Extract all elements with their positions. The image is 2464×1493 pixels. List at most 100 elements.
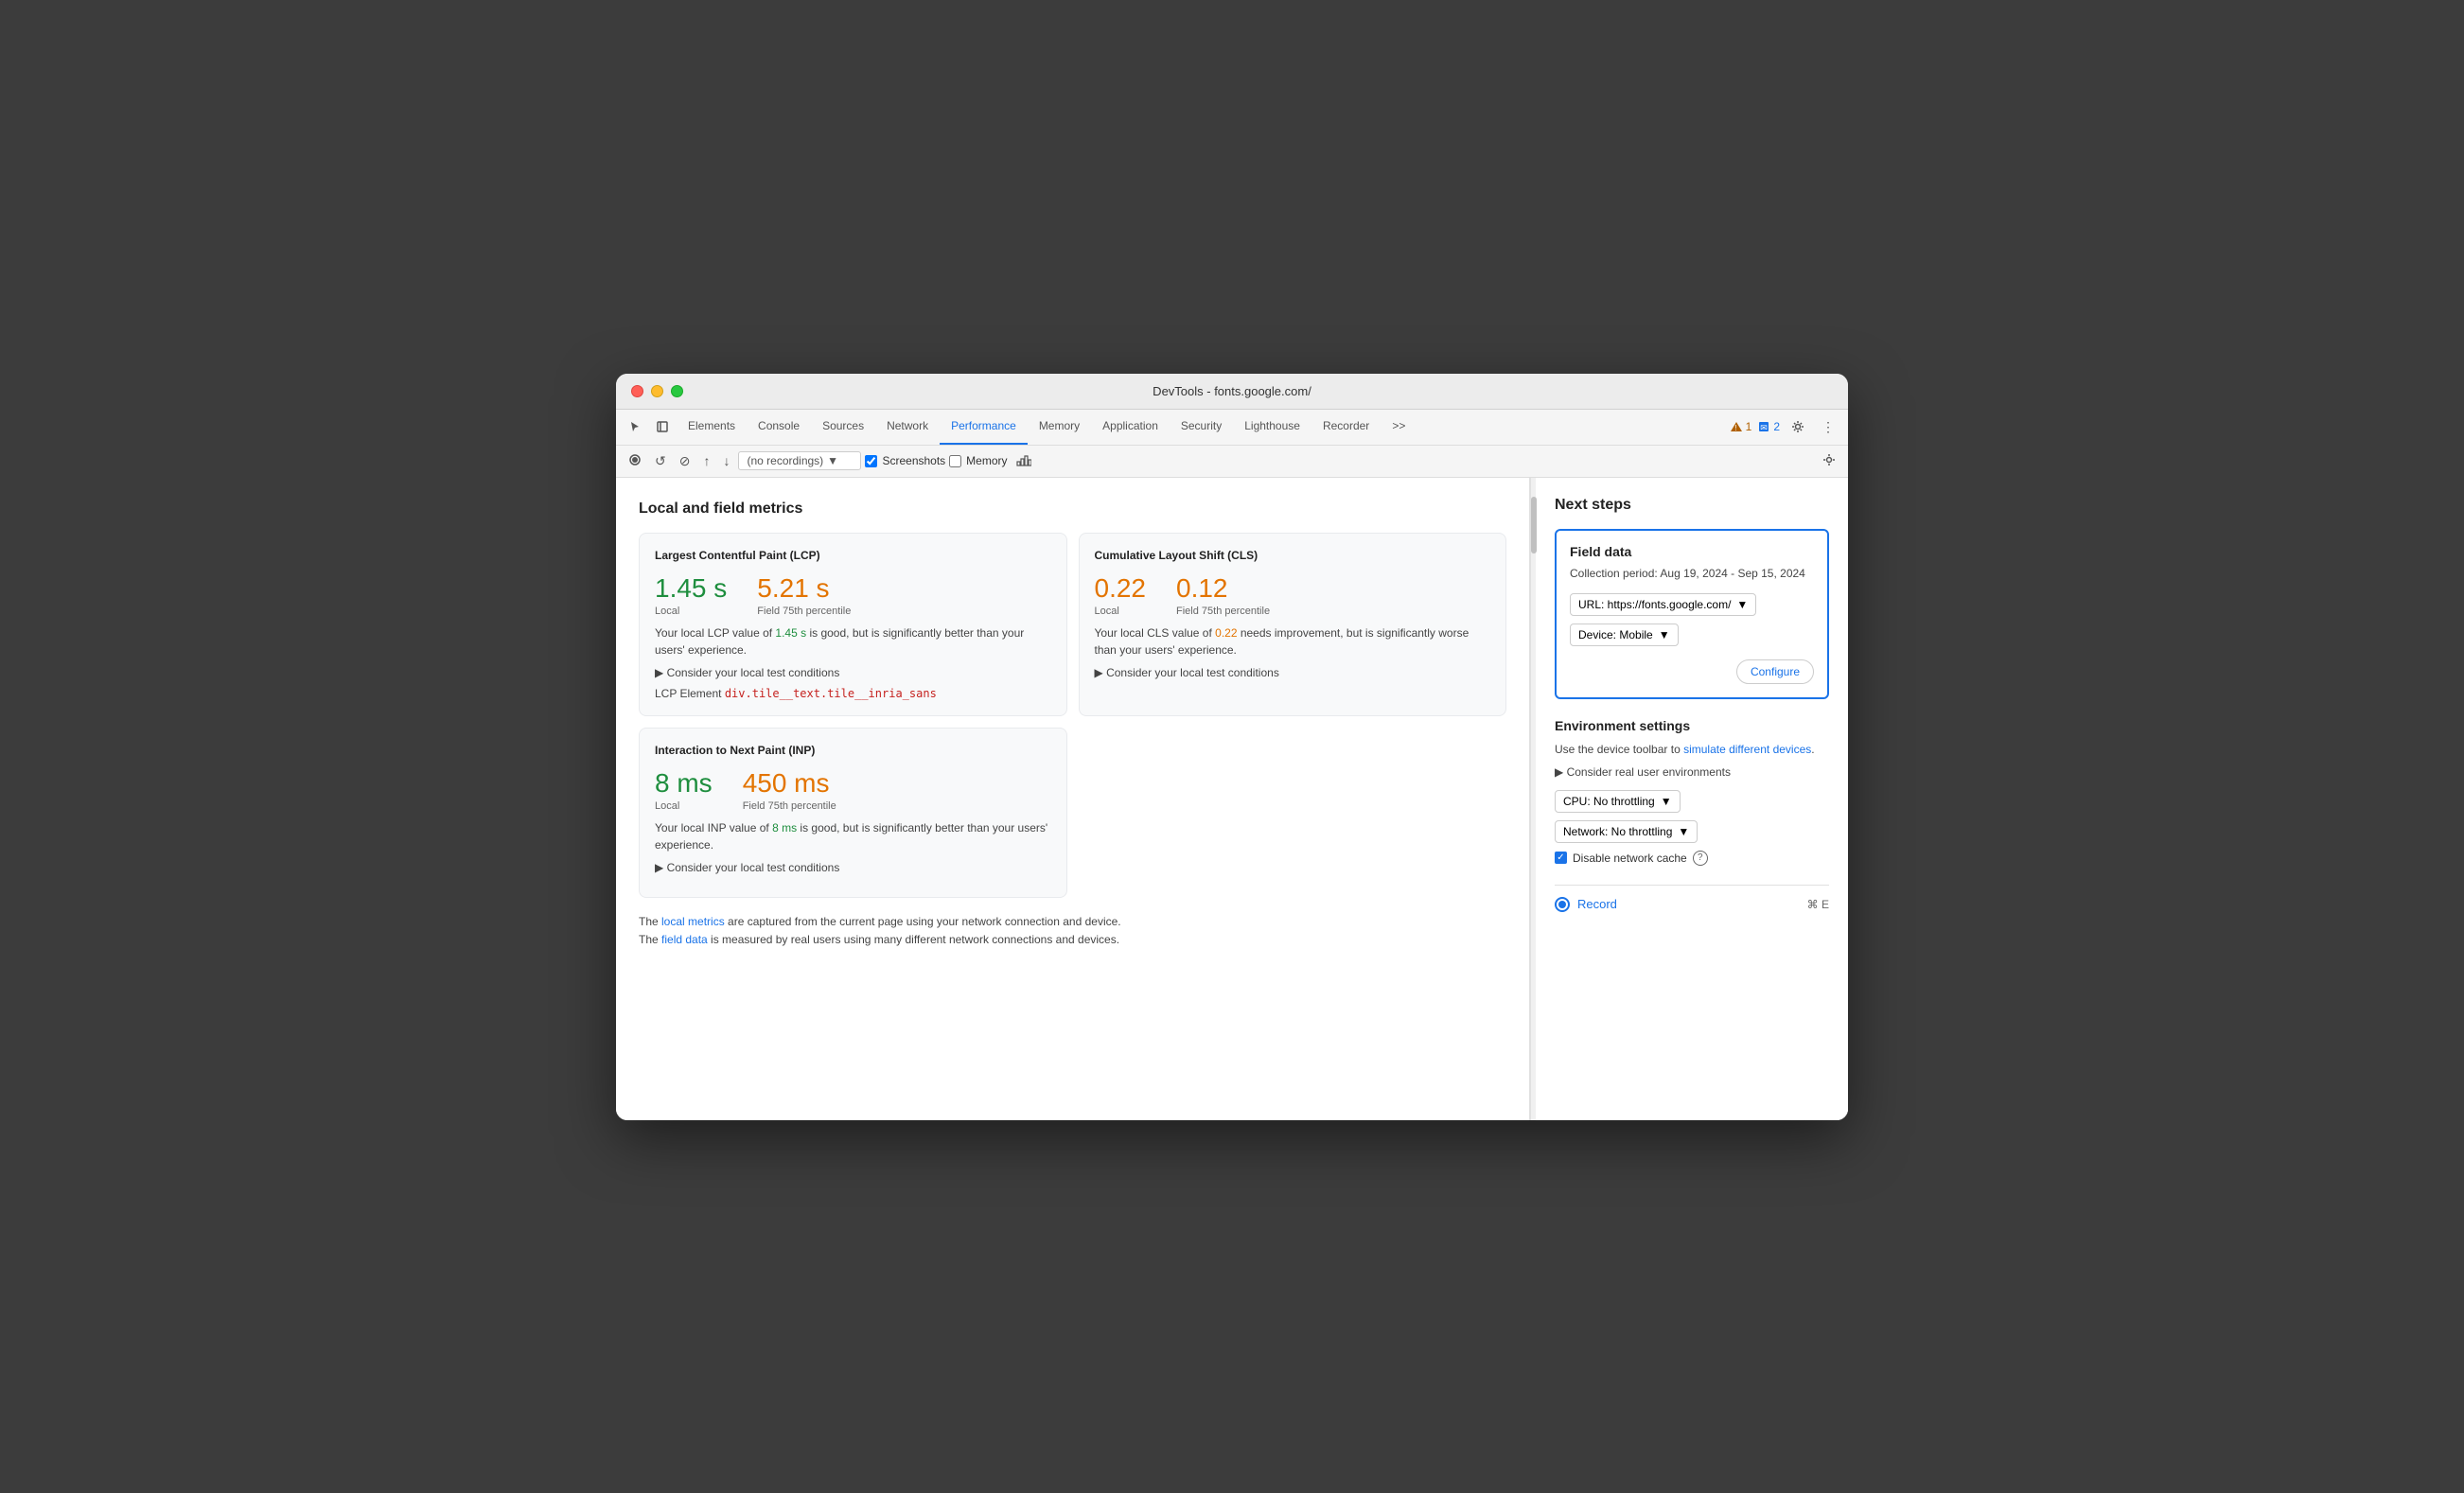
record-dot bbox=[1558, 901, 1566, 908]
configure-button[interactable]: Configure bbox=[1736, 659, 1814, 684]
dropdown-arrow-icon: ▼ bbox=[827, 454, 838, 467]
lcp-description: Your local LCP value of 1.45 s is good, … bbox=[655, 624, 1051, 659]
screenshots-checkbox[interactable] bbox=[865, 455, 877, 467]
scrollbar-thumb[interactable] bbox=[1531, 497, 1537, 553]
cls-values-row: 0.22 Local 0.12 Field 75th percentile bbox=[1095, 573, 1491, 617]
inp-values-row: 8 ms Local 450 ms Field 75th percentile bbox=[655, 768, 1051, 812]
footer-note: The local metrics are captured from the … bbox=[639, 913, 1506, 949]
lcp-field-block: 5.21 s Field 75th percentile bbox=[757, 573, 851, 617]
tab-application[interactable]: Application bbox=[1091, 409, 1170, 445]
inp-title: Interaction to Next Paint (INP) bbox=[655, 744, 1051, 757]
record-shortcut: ⌘ E bbox=[1807, 898, 1829, 911]
tab-network[interactable]: Network bbox=[875, 409, 940, 445]
lcp-element-value: div.tile__text.tile__inria_sans bbox=[725, 687, 937, 700]
cls-title: Cumulative Layout Shift (CLS) bbox=[1095, 549, 1491, 562]
right-panel: Next steps Field data Collection period:… bbox=[1536, 478, 1848, 1120]
inspect-icon[interactable] bbox=[650, 416, 675, 437]
clear-button[interactable]: ⊘ bbox=[675, 450, 695, 472]
field-data-card: Field data Collection period: Aug 19, 20… bbox=[1555, 529, 1829, 699]
inp-consider-link[interactable]: ▶ Consider your local test conditions bbox=[655, 861, 1051, 874]
cpu-dropdown-arrow: ▼ bbox=[1661, 795, 1672, 808]
reload-button[interactable]: ↺ bbox=[650, 450, 671, 472]
memory-checkbox[interactable] bbox=[949, 455, 961, 467]
tab-elements[interactable]: Elements bbox=[677, 409, 747, 445]
record-circle-icon bbox=[1555, 897, 1570, 912]
maximize-button[interactable] bbox=[671, 385, 683, 397]
inp-local-label: Local bbox=[655, 800, 713, 812]
recording-placeholder: (no recordings) bbox=[747, 454, 823, 467]
secondary-toolbar: ↺ ⊘ ↑ ↓ (no recordings) ▼ Screenshots Me… bbox=[616, 446, 1848, 478]
devtools-tab-bar: Elements Console Sources Network Perform… bbox=[616, 410, 1848, 446]
recording-dropdown[interactable]: (no recordings) ▼ bbox=[738, 451, 861, 470]
tab-performance[interactable]: Performance bbox=[940, 409, 1028, 445]
lcp-consider-link[interactable]: ▶ Consider your local test conditions bbox=[655, 666, 1051, 679]
minimize-button[interactable] bbox=[651, 385, 663, 397]
cursor-icon[interactable] bbox=[624, 416, 648, 437]
lcp-title: Largest Contentful Paint (LCP) bbox=[655, 549, 1051, 562]
env-consider-link[interactable]: ▶ Consider real user environments bbox=[1555, 765, 1829, 779]
warning-count: 1 bbox=[1746, 420, 1752, 433]
left-panel: Local and field metrics Largest Contentf… bbox=[616, 478, 1530, 1120]
lcp-field-label: Field 75th percentile bbox=[757, 606, 851, 617]
memory-checkbox-label[interactable]: Memory bbox=[949, 454, 1007, 467]
svg-text:✉: ✉ bbox=[1761, 423, 1769, 432]
disable-cache-row: Disable network cache ? bbox=[1555, 851, 1829, 866]
tab-security[interactable]: Security bbox=[1170, 409, 1233, 445]
cls-card: Cumulative Layout Shift (CLS) 0.22 Local… bbox=[1079, 533, 1507, 716]
gear-settings-icon[interactable] bbox=[1818, 450, 1840, 472]
disable-cache-checkbox[interactable] bbox=[1555, 852, 1567, 864]
more-options-icon[interactable]: ⋮ bbox=[1816, 415, 1840, 439]
cpu-dropdown[interactable]: CPU: No throttling ▼ bbox=[1555, 790, 1681, 813]
env-settings-section: Environment settings Use the device tool… bbox=[1555, 718, 1829, 866]
url-dropdown[interactable]: URL: https://fonts.google.com/ ▼ bbox=[1570, 593, 1756, 616]
tab-memory[interactable]: Memory bbox=[1028, 409, 1091, 445]
field-data-period: Collection period: Aug 19, 2024 - Sep 15… bbox=[1570, 565, 1814, 582]
local-metrics-link[interactable]: local metrics bbox=[661, 915, 725, 928]
lcp-local-value: 1.45 s bbox=[655, 573, 727, 604]
env-settings-desc: Use the device toolbar to simulate diffe… bbox=[1555, 741, 1829, 758]
inp-field-label: Field 75th percentile bbox=[743, 800, 836, 812]
screenshots-checkbox-label[interactable]: Screenshots bbox=[865, 454, 945, 467]
tab-sources[interactable]: Sources bbox=[811, 409, 875, 445]
record-start-button[interactable] bbox=[624, 450, 646, 472]
inp-field-value: 450 ms bbox=[743, 768, 836, 799]
network-dropdown[interactable]: Network: No throttling ▼ bbox=[1555, 820, 1698, 843]
cls-consider-link[interactable]: ▶ Consider your local test conditions bbox=[1095, 666, 1491, 679]
upload-button[interactable]: ↑ bbox=[698, 450, 714, 471]
tab-more[interactable]: >> bbox=[1381, 409, 1417, 445]
scrollbar-track[interactable] bbox=[1530, 478, 1536, 1120]
sec-toolbar-right bbox=[1818, 450, 1840, 472]
record-button[interactable]: Record bbox=[1555, 897, 1617, 912]
record-section: Record ⌘ E bbox=[1555, 885, 1829, 912]
inp-local-block: 8 ms Local bbox=[655, 768, 713, 812]
info-badge[interactable]: ✉ 2 bbox=[1757, 420, 1780, 433]
cls-local-block: 0.22 Local bbox=[1095, 573, 1147, 617]
download-button[interactable]: ↓ bbox=[718, 450, 734, 471]
tab-console[interactable]: Console bbox=[747, 409, 811, 445]
lcp-element: LCP Element div.tile__text.tile__inria_s… bbox=[655, 687, 1051, 700]
flamechart-icon[interactable] bbox=[1012, 450, 1036, 472]
disable-cache-label: Disable network cache bbox=[1573, 852, 1687, 865]
url-dropdown-arrow: ▼ bbox=[1736, 598, 1748, 611]
simulate-devices-link[interactable]: simulate different devices bbox=[1683, 743, 1811, 756]
record-label: Record bbox=[1577, 897, 1617, 911]
settings-icon[interactable] bbox=[1786, 416, 1810, 437]
screenshots-label: Screenshots bbox=[882, 454, 945, 467]
cls-local-value: 0.22 bbox=[1095, 573, 1147, 604]
cls-field-label: Field 75th percentile bbox=[1176, 606, 1270, 617]
lcp-local-label: Local bbox=[655, 606, 727, 617]
url-dropdown-row: URL: https://fonts.google.com/ ▼ bbox=[1570, 593, 1814, 616]
metrics-section-title: Local and field metrics bbox=[639, 501, 1506, 518]
svg-text:!: ! bbox=[1734, 424, 1736, 432]
field-data-link[interactable]: field data bbox=[661, 933, 708, 946]
help-icon[interactable]: ? bbox=[1693, 851, 1708, 866]
close-button[interactable] bbox=[631, 385, 643, 397]
tab-bar: Elements Console Sources Network Perform… bbox=[677, 409, 1417, 445]
device-dropdown[interactable]: Device: Mobile ▼ bbox=[1570, 624, 1679, 646]
lcp-card: Largest Contentful Paint (LCP) 1.45 s Lo… bbox=[639, 533, 1067, 716]
tab-recorder[interactable]: Recorder bbox=[1311, 409, 1381, 445]
devtools-window: DevTools - fonts.google.com/ Elements Co… bbox=[616, 374, 1848, 1120]
warning-badge[interactable]: ! 1 bbox=[1730, 420, 1752, 433]
network-label: Network: No throttling bbox=[1563, 825, 1672, 838]
tab-lighthouse[interactable]: Lighthouse bbox=[1233, 409, 1311, 445]
